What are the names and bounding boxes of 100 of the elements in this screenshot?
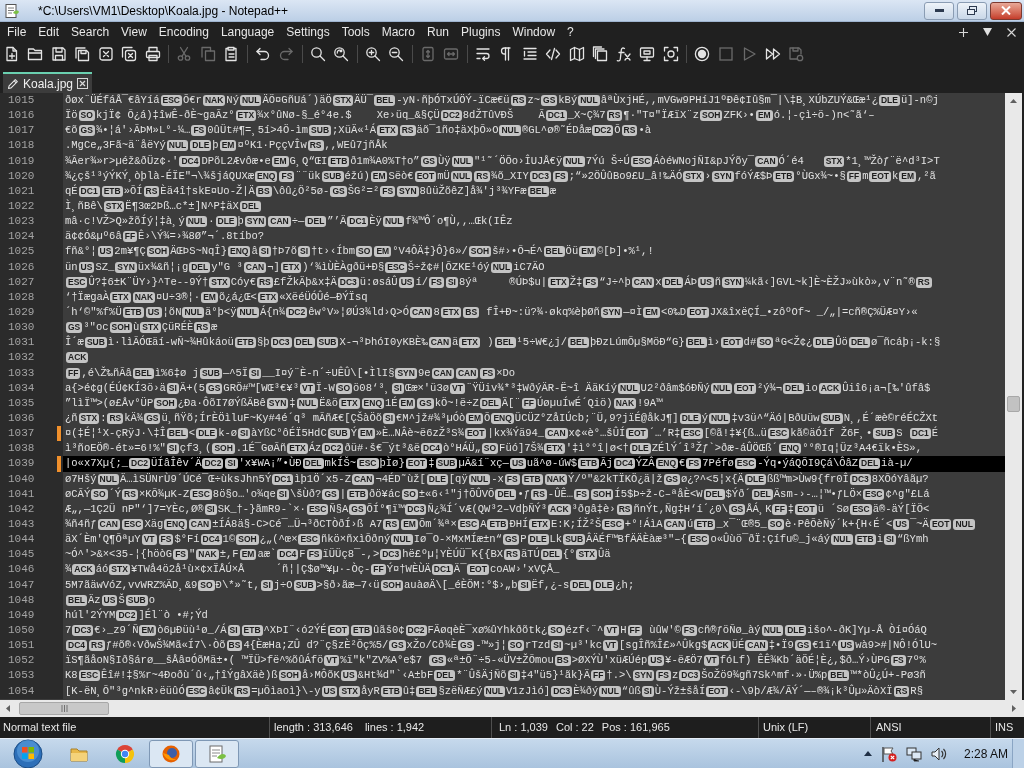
close-icon[interactable]	[97, 46, 114, 62]
flag-alert-icon[interactable]	[880, 745, 897, 762]
close-icon[interactable]	[1007, 27, 1016, 37]
control-character: RS	[616, 503, 633, 515]
control-character: EM	[374, 246, 392, 258]
menu-item[interactable]: Tools	[335, 23, 376, 41]
indent-lines-icon[interactable]	[521, 46, 538, 62]
code-text: ¾ñ4ñƒ	[65, 517, 97, 532]
code-text: DPõL2Ævôæ•e	[201, 153, 271, 169]
monitor-icon[interactable]	[639, 46, 656, 62]
line-number: 1043	[8, 517, 35, 532]
folder-icon[interactable]	[27, 46, 44, 62]
taskbar-app-button[interactable]	[149, 739, 193, 768]
menu-item[interactable]: Macro	[375, 23, 421, 41]
code-text: ïS¶ãåoN§Ið§árø__šÅâ¤ÓõMä±•( ™ÏÜ>fë^%õûÁfö	[65, 653, 324, 668]
printer-icon[interactable]	[144, 46, 161, 62]
caret-down-icon[interactable]	[983, 28, 992, 36]
start-orb-icon[interactable]	[13, 738, 43, 768]
record-icon[interactable]	[694, 46, 711, 62]
control-character: DC3	[551, 685, 573, 697]
replace-icon[interactable]	[333, 46, 350, 62]
menu-item[interactable]: Window	[506, 23, 562, 41]
horizontal-scrollbar[interactable]	[0, 700, 1024, 717]
close-button[interactable]	[990, 1, 1022, 20]
line-number: 1032	[8, 350, 35, 366]
control-character: NUL	[563, 155, 585, 167]
save-icon[interactable]	[50, 46, 67, 62]
code-text: X-¬³ÞhóI0yKBÈ‰	[339, 335, 428, 351]
zoom-out-icon[interactable]	[388, 46, 405, 62]
control-character: BEL	[828, 670, 850, 682]
menu-item[interactable]: Run	[421, 23, 456, 41]
encoding[interactable]: ANSI	[876, 719, 902, 736]
menu-item[interactable]: Plugins	[455, 23, 507, 41]
close-icon[interactable]	[77, 78, 89, 89]
taskbar-app-button[interactable]	[195, 739, 239, 768]
plus-icon[interactable]	[959, 27, 968, 37]
control-character: DEL	[859, 458, 881, 470]
map-icon[interactable]	[568, 46, 585, 62]
clipboard-icon[interactable]	[223, 46, 240, 62]
code-text: ,,WEû7jñÅk	[324, 138, 388, 154]
search-icon[interactable]	[309, 46, 326, 62]
control-character: EM	[370, 170, 388, 182]
control-character: DEL	[239, 201, 261, 213]
function-icon[interactable]	[615, 46, 632, 62]
code-text: €	[679, 456, 686, 472]
code-text: .MgCe„3Fã~ä¨åëYý	[65, 138, 166, 154]
close-all-icon[interactable]	[121, 46, 138, 62]
menu-item[interactable]: View	[115, 23, 153, 41]
code-text: “J÷^þ	[599, 274, 631, 290]
code-text: È¾ðý	[573, 683, 599, 699]
control-character: FF	[371, 564, 386, 576]
pages-icon[interactable]	[592, 46, 609, 62]
clock[interactable]: 2:28 AM	[963, 744, 1008, 763]
menu-item[interactable]: Settings	[280, 23, 336, 41]
code-text: -™»j¦	[475, 638, 507, 653]
control-character: STX	[683, 170, 704, 182]
speaker-icon[interactable]	[930, 745, 947, 762]
code-text: ÁòéWNojÑI&pJÝõy¯	[653, 153, 755, 169]
menu-item[interactable]: Search	[65, 23, 116, 41]
scrollbar-thumb[interactable]	[19, 702, 109, 715]
code-tags-icon[interactable]	[545, 46, 562, 62]
control-character: CAN	[188, 519, 212, 530]
line-number: 1037	[8, 426, 35, 442]
control-character: SO	[401, 488, 418, 500]
maximize-button[interactable]	[957, 1, 987, 20]
control-character: SOH	[109, 322, 132, 334]
menu-item[interactable]: Encoding	[152, 23, 215, 41]
control-character: ESC	[687, 534, 710, 546]
fast-forward-icon[interactable]	[764, 46, 781, 62]
minimize-button[interactable]	[924, 1, 954, 20]
word-wrap-icon[interactable]	[474, 46, 491, 62]
control-character: FS	[552, 170, 568, 182]
file-tab[interactable]: Koala.jpg	[3, 72, 93, 93]
menu-item[interactable]: ?	[561, 23, 580, 41]
vertical-scrollbar[interactable]	[1005, 93, 1022, 700]
arrow-right-icon[interactable]	[1012, 705, 1016, 712]
code-text: §þ	[256, 335, 270, 351]
arrow-left-icon[interactable]	[6, 705, 10, 712]
new-file-icon[interactable]	[3, 46, 20, 62]
arrow-up-icon[interactable]	[863, 751, 872, 756]
menu-item[interactable]: Language	[214, 23, 281, 41]
code-text: ©[Þ]•%¹,!	[596, 244, 654, 260]
control-character: ETB	[328, 155, 350, 167]
arrow-up-icon[interactable]	[1010, 99, 1017, 103]
network-icon[interactable]	[905, 745, 922, 762]
zoom-in-icon[interactable]	[364, 46, 381, 62]
undo-icon[interactable]	[254, 46, 271, 62]
scrollbar-thumb[interactable]	[1007, 396, 1020, 412]
control-character: SUB	[435, 458, 458, 470]
code-text: ;“»2ÖÛûBo9£U_â!‰ÄÓ	[568, 168, 683, 184]
save-all-icon[interactable]	[74, 46, 91, 62]
code-text: ¯~Ä	[910, 517, 929, 532]
menu-item[interactable]: File	[1, 23, 33, 41]
line-ending[interactable]: Unix (LF)	[763, 719, 809, 736]
menu-item[interactable]: Edit	[32, 23, 66, 41]
target-frame-icon[interactable]	[662, 46, 679, 62]
arrow-down-icon[interactable]	[1010, 690, 1017, 694]
code-text: ‡4"ü5}¹ãk}Ä	[520, 668, 590, 684]
control-character: DC2	[286, 307, 308, 319]
code-text: ó.¦-çì÷ö-)n<˜ã‘–	[773, 108, 875, 124]
